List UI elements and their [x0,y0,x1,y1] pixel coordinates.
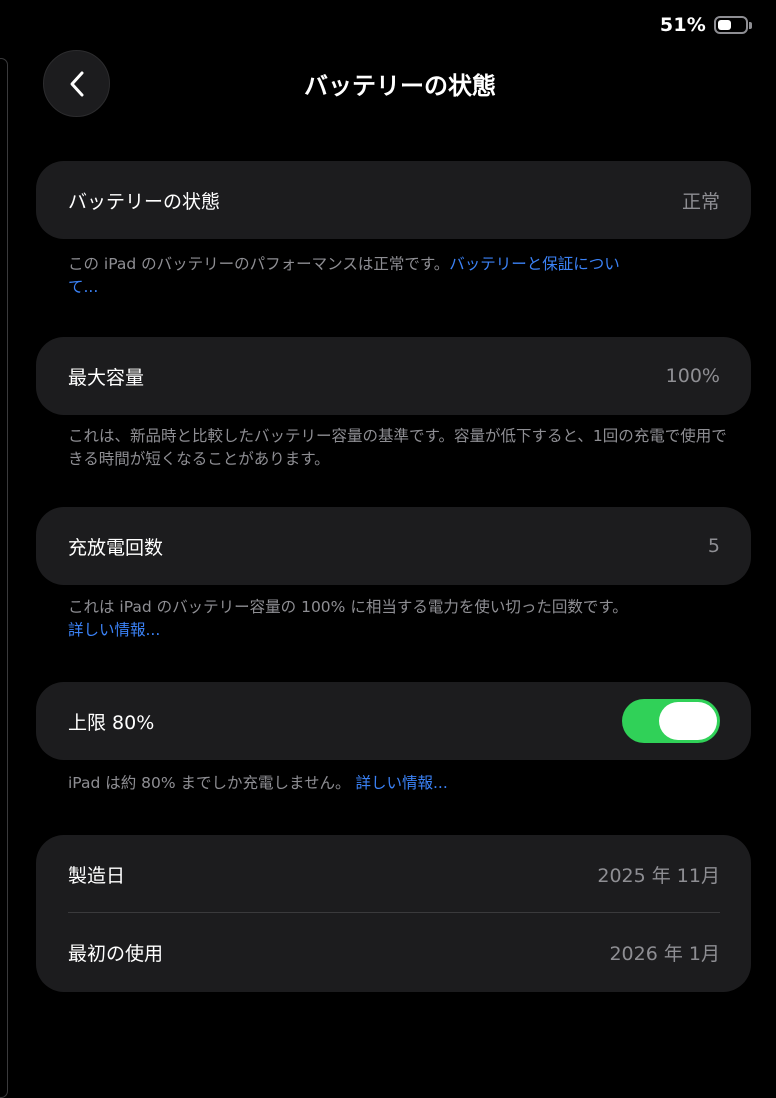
toggle-knob [659,702,717,740]
charge-limit-description: iPad は約 80% までしか充電しません。 [68,774,351,792]
max-capacity-value: 100% [665,365,720,387]
max-capacity-row: 最大容量 100% [36,337,751,415]
sidebar-panel-edge [0,58,8,1098]
battery-percentage: 51% [659,14,706,36]
charge-limit-footnote: iPad は約 80% までしか充電しません。 詳しい情報... [68,772,728,795]
cycle-count-footnote: これは iPad のバッテリー容量の 100% に相当する電力を使い切った回数で… [68,596,728,642]
page-title: バッテリーの状態 [304,72,496,100]
status-bar: 51% [660,13,752,37]
battery-health-card: バッテリーの状態 正常 [36,161,751,239]
charge-limit-label: 上限 80% [68,711,155,734]
charge-limit-card: 上限 80% [36,682,751,760]
cycle-count-label: 充放電回数 [68,536,164,559]
charge-limit-row: 上限 80% [36,682,751,760]
max-capacity-footnote: これは、新品時と比較したバッテリー容量の基準です。容量が低下すると、1回の充電で… [68,427,727,468]
battery-health-value: 正常 [681,190,720,213]
max-capacity-card: 最大容量 100% [36,337,751,415]
battery-health-label: バッテリーの状態 [68,190,221,213]
dates-card: 製造日 2025 年 11月 最初の使用 2026 年 1月 [36,835,751,992]
manufacture-date-value: 2025 年 11月 [597,864,720,887]
cycle-count-value: 5 [707,535,720,557]
first-use-row: 最初の使用 2026 年 1月 [36,913,751,992]
charge-limit-toggle[interactable] [622,699,720,743]
battery-health-row: バッテリーの状態 正常 [36,161,751,239]
manufacture-date-label: 製造日 [68,864,126,887]
cycle-count-row: 充放電回数 5 [36,507,751,585]
battery-level-fill [718,20,732,30]
battery-health-description: この iPad のバッテリーのパフォーマンスは正常です。 [68,255,450,273]
manufacture-date-row: 製造日 2025 年 11月 [36,835,751,913]
cycle-count-card: 充放電回数 5 [36,507,751,585]
first-use-value: 2026 年 1月 [609,943,720,965]
first-use-label: 最初の使用 [68,943,164,965]
charge-limit-learn-more-link[interactable]: 詳しい情報... [356,774,448,792]
battery-health-footnote: この iPad のバッテリーのパフォーマンスは正常です。バッテリーと保証について… [68,253,648,299]
battery-icon [714,16,752,34]
max-capacity-label: 最大容量 [68,366,145,389]
cycle-count-learn-more-link[interactable]: 詳しい情報... [68,621,160,639]
cycle-count-description: これは iPad のバッテリー容量の 100% に相当する電力を使い切った回数で… [68,598,628,616]
